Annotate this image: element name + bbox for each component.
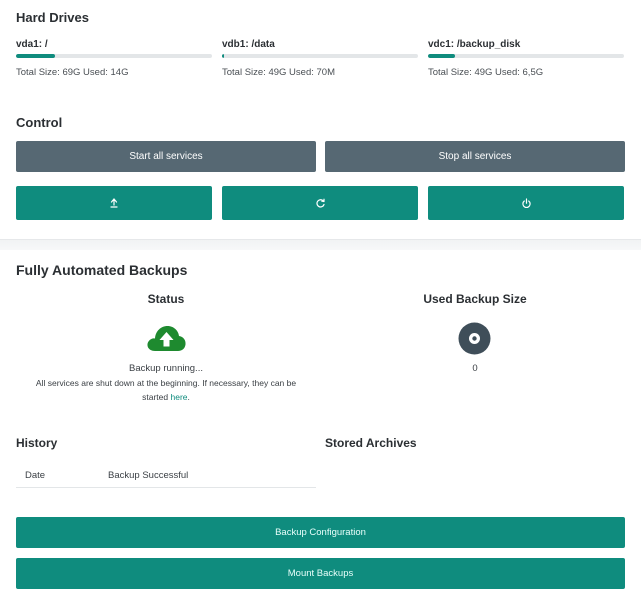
backups-title: Fully Automated Backups	[16, 262, 188, 278]
drive-vdc1: vdc1: /backup_disk Total Size: 49G Used:…	[428, 38, 624, 78]
drive-name: vda1: /	[16, 39, 48, 50]
drive-usage-bar	[16, 54, 212, 58]
drive-vda1: vda1: / Total Size: 69G Used: 14G	[16, 38, 212, 78]
mount-backups-button[interactable]: Mount Backups	[16, 558, 625, 589]
used-backup-size-value: 0	[472, 363, 478, 374]
upload-icon	[110, 198, 118, 208]
history-col-date: Date	[25, 470, 46, 481]
drive-name: vdc1: /backup_disk	[428, 39, 521, 50]
upload-button[interactable]	[16, 186, 212, 220]
drive-info: Total Size: 69G Used: 14G	[16, 67, 129, 78]
power-icon	[521, 197, 532, 209]
start-services-link[interactable]: here	[170, 392, 187, 402]
start-all-services-button[interactable]: Start all services	[16, 141, 316, 172]
shutdown-button[interactable]	[428, 186, 624, 220]
drive-vdb1: vdb1: /data Total Size: 49G Used: 70M	[222, 38, 418, 78]
stop-all-services-button[interactable]: Stop all services	[325, 141, 625, 172]
history-title: History	[16, 436, 58, 450]
backup-configuration-button[interactable]: Backup Configuration	[16, 517, 625, 548]
drive-usage-fill	[428, 54, 456, 58]
backup-status-text: Backup running...	[129, 363, 203, 374]
cloud-upload-icon	[145, 323, 187, 353]
hard-drives-title: Hard Drives	[16, 10, 89, 25]
disk-icon	[458, 322, 491, 355]
used-backup-size-title: Used Backup Size	[423, 292, 527, 306]
restart-button[interactable]	[222, 186, 418, 220]
history-table-header: Date Backup Successful	[16, 460, 316, 488]
drive-name: vdb1: /data	[222, 39, 275, 50]
status-title: Status	[147, 292, 185, 306]
status-note-line1: All services are shut down at the beginn…	[35, 378, 297, 388]
status-note-suffix: .	[187, 392, 190, 402]
panel-separator	[0, 240, 641, 250]
history-col-success: Backup Successful	[108, 470, 189, 481]
drive-usage-bar	[428, 54, 624, 58]
drive-usage-fill	[222, 54, 224, 58]
drive-info: Total Size: 49G Used: 70M	[222, 67, 335, 78]
status-note: All services are shut down at the beginn…	[16, 376, 316, 404]
stored-archives-title: Stored Archives	[325, 436, 417, 450]
restart-icon	[315, 198, 326, 209]
status-note-prefix: started	[142, 392, 171, 402]
drive-usage-fill	[16, 54, 56, 58]
status-note-line2: started here.	[16, 390, 316, 404]
drive-info: Total Size: 49G Used: 6,5G	[428, 67, 544, 78]
control-title: Control	[16, 115, 63, 130]
drive-usage-bar	[222, 54, 418, 58]
